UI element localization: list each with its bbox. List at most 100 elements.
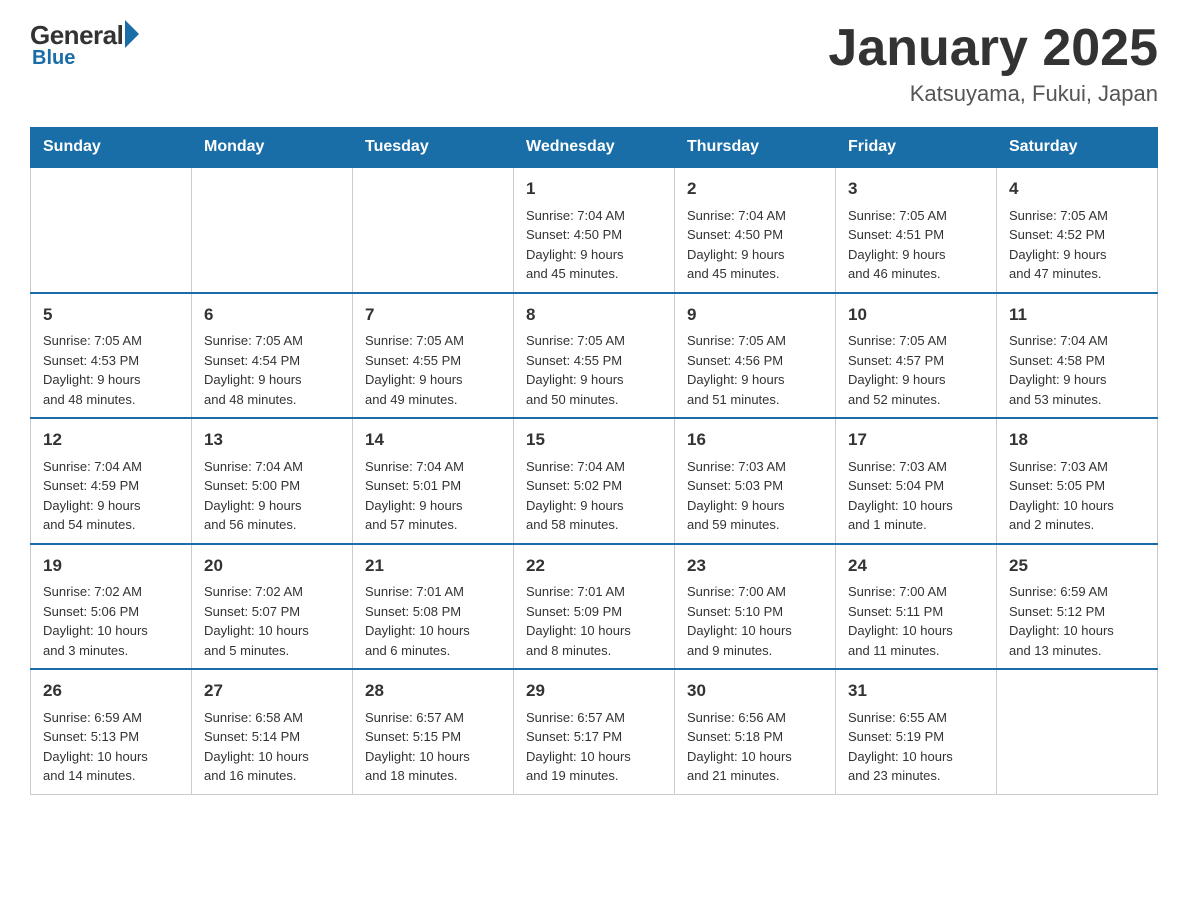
day-number: 31: [848, 678, 984, 704]
calendar-cell: 30Sunrise: 6:56 AMSunset: 5:18 PMDayligh…: [675, 669, 836, 794]
day-info: Daylight: 10 hours: [204, 621, 340, 641]
page-header: General Blue January 2025 Katsuyama, Fuk…: [30, 20, 1158, 107]
day-info: Sunrise: 6:59 AM: [43, 708, 179, 728]
day-info: and 14 minutes.: [43, 766, 179, 786]
day-info: Sunrise: 7:01 AM: [526, 582, 662, 602]
day-info: Daylight: 9 hours: [204, 496, 340, 516]
location: Katsuyama, Fukui, Japan: [828, 81, 1158, 107]
day-info: Sunrise: 7:05 AM: [365, 331, 501, 351]
day-info: Sunset: 5:11 PM: [848, 602, 984, 622]
day-info: Sunrise: 7:02 AM: [43, 582, 179, 602]
day-info: Sunrise: 7:04 AM: [365, 457, 501, 477]
day-info: Daylight: 10 hours: [848, 496, 984, 516]
calendar-cell: 27Sunrise: 6:58 AMSunset: 5:14 PMDayligh…: [192, 669, 353, 794]
day-number: 23: [687, 553, 823, 579]
day-info: Sunrise: 7:04 AM: [526, 457, 662, 477]
calendar-cell: [192, 167, 353, 293]
day-info: Sunrise: 6:59 AM: [1009, 582, 1145, 602]
day-info: Daylight: 10 hours: [1009, 496, 1145, 516]
calendar-cell: 18Sunrise: 7:03 AMSunset: 5:05 PMDayligh…: [997, 418, 1158, 544]
day-info: Sunrise: 7:05 AM: [848, 331, 984, 351]
day-info: and 8 minutes.: [526, 641, 662, 661]
calendar-cell: 22Sunrise: 7:01 AMSunset: 5:09 PMDayligh…: [514, 544, 675, 670]
day-number: 17: [848, 427, 984, 453]
day-info: Sunrise: 6:55 AM: [848, 708, 984, 728]
day-number: 24: [848, 553, 984, 579]
day-info: Sunset: 5:01 PM: [365, 476, 501, 496]
day-info: Sunset: 4:59 PM: [43, 476, 179, 496]
day-info: Sunrise: 6:57 AM: [365, 708, 501, 728]
day-info: and 3 minutes.: [43, 641, 179, 661]
calendar-cell: 31Sunrise: 6:55 AMSunset: 5:19 PMDayligh…: [836, 669, 997, 794]
day-info: Sunset: 5:12 PM: [1009, 602, 1145, 622]
day-number: 21: [365, 553, 501, 579]
calendar-cell: 13Sunrise: 7:04 AMSunset: 5:00 PMDayligh…: [192, 418, 353, 544]
calendar-cell: 6Sunrise: 7:05 AMSunset: 4:54 PMDaylight…: [192, 293, 353, 419]
day-info: Daylight: 10 hours: [687, 621, 823, 641]
day-number: 29: [526, 678, 662, 704]
day-info: and 48 minutes.: [43, 390, 179, 410]
day-number: 4: [1009, 176, 1145, 202]
day-number: 2: [687, 176, 823, 202]
calendar-week-5: 26Sunrise: 6:59 AMSunset: 5:13 PMDayligh…: [31, 669, 1158, 794]
day-info: Sunrise: 6:58 AM: [204, 708, 340, 728]
day-number: 16: [687, 427, 823, 453]
logo-triangle-icon: [125, 20, 139, 48]
day-number: 20: [204, 553, 340, 579]
day-info: and 47 minutes.: [1009, 264, 1145, 284]
day-info: Sunset: 5:15 PM: [365, 727, 501, 747]
calendar-cell: 5Sunrise: 7:05 AMSunset: 4:53 PMDaylight…: [31, 293, 192, 419]
day-info: Daylight: 10 hours: [43, 747, 179, 767]
calendar-cell: 10Sunrise: 7:05 AMSunset: 4:57 PMDayligh…: [836, 293, 997, 419]
day-info: Sunrise: 7:05 AM: [204, 331, 340, 351]
day-info: Sunrise: 7:03 AM: [1009, 457, 1145, 477]
calendar-week-2: 5Sunrise: 7:05 AMSunset: 4:53 PMDaylight…: [31, 293, 1158, 419]
day-info: Daylight: 9 hours: [43, 496, 179, 516]
day-info: Sunset: 5:04 PM: [848, 476, 984, 496]
day-info: and 6 minutes.: [365, 641, 501, 661]
day-info: Sunrise: 7:01 AM: [365, 582, 501, 602]
day-info: Daylight: 10 hours: [1009, 621, 1145, 641]
day-info: and 59 minutes.: [687, 515, 823, 535]
day-info: and 46 minutes.: [848, 264, 984, 284]
calendar-cell: [353, 167, 514, 293]
day-info: Sunrise: 7:03 AM: [848, 457, 984, 477]
day-info: Sunrise: 6:56 AM: [687, 708, 823, 728]
day-info: Sunrise: 7:00 AM: [848, 582, 984, 602]
day-info: Daylight: 10 hours: [365, 621, 501, 641]
day-info: Sunset: 4:50 PM: [687, 225, 823, 245]
day-info: and 58 minutes.: [526, 515, 662, 535]
day-number: 30: [687, 678, 823, 704]
calendar-cell: 15Sunrise: 7:04 AMSunset: 5:02 PMDayligh…: [514, 418, 675, 544]
day-info: and 45 minutes.: [687, 264, 823, 284]
day-info: Sunset: 5:14 PM: [204, 727, 340, 747]
calendar-cell: 24Sunrise: 7:00 AMSunset: 5:11 PMDayligh…: [836, 544, 997, 670]
day-number: 11: [1009, 302, 1145, 328]
day-info: Sunrise: 7:05 AM: [43, 331, 179, 351]
calendar-week-4: 19Sunrise: 7:02 AMSunset: 5:06 PMDayligh…: [31, 544, 1158, 670]
calendar-header-saturday: Saturday: [997, 128, 1158, 168]
calendar-cell: 1Sunrise: 7:04 AMSunset: 4:50 PMDaylight…: [514, 167, 675, 293]
calendar-cell: 2Sunrise: 7:04 AMSunset: 4:50 PMDaylight…: [675, 167, 836, 293]
calendar-cell: 8Sunrise: 7:05 AMSunset: 4:55 PMDaylight…: [514, 293, 675, 419]
day-info: Sunset: 5:08 PM: [365, 602, 501, 622]
day-info: Daylight: 10 hours: [687, 747, 823, 767]
logo: General Blue: [30, 20, 143, 70]
day-info: and 53 minutes.: [1009, 390, 1145, 410]
day-info: Sunset: 5:13 PM: [43, 727, 179, 747]
calendar-cell: 7Sunrise: 7:05 AMSunset: 4:55 PMDaylight…: [353, 293, 514, 419]
day-info: Daylight: 9 hours: [1009, 245, 1145, 265]
calendar-header-sunday: Sunday: [31, 128, 192, 168]
day-info: Sunset: 5:06 PM: [43, 602, 179, 622]
calendar-table: SundayMondayTuesdayWednesdayThursdayFrid…: [30, 127, 1158, 795]
day-info: and 9 minutes.: [687, 641, 823, 661]
day-number: 18: [1009, 427, 1145, 453]
day-info: and 2 minutes.: [1009, 515, 1145, 535]
day-number: 6: [204, 302, 340, 328]
calendar-cell: 20Sunrise: 7:02 AMSunset: 5:07 PMDayligh…: [192, 544, 353, 670]
day-info: Sunrise: 7:02 AM: [204, 582, 340, 602]
day-number: 27: [204, 678, 340, 704]
calendar-cell: 3Sunrise: 7:05 AMSunset: 4:51 PMDaylight…: [836, 167, 997, 293]
day-info: Sunset: 4:58 PM: [1009, 351, 1145, 371]
day-info: and 49 minutes.: [365, 390, 501, 410]
